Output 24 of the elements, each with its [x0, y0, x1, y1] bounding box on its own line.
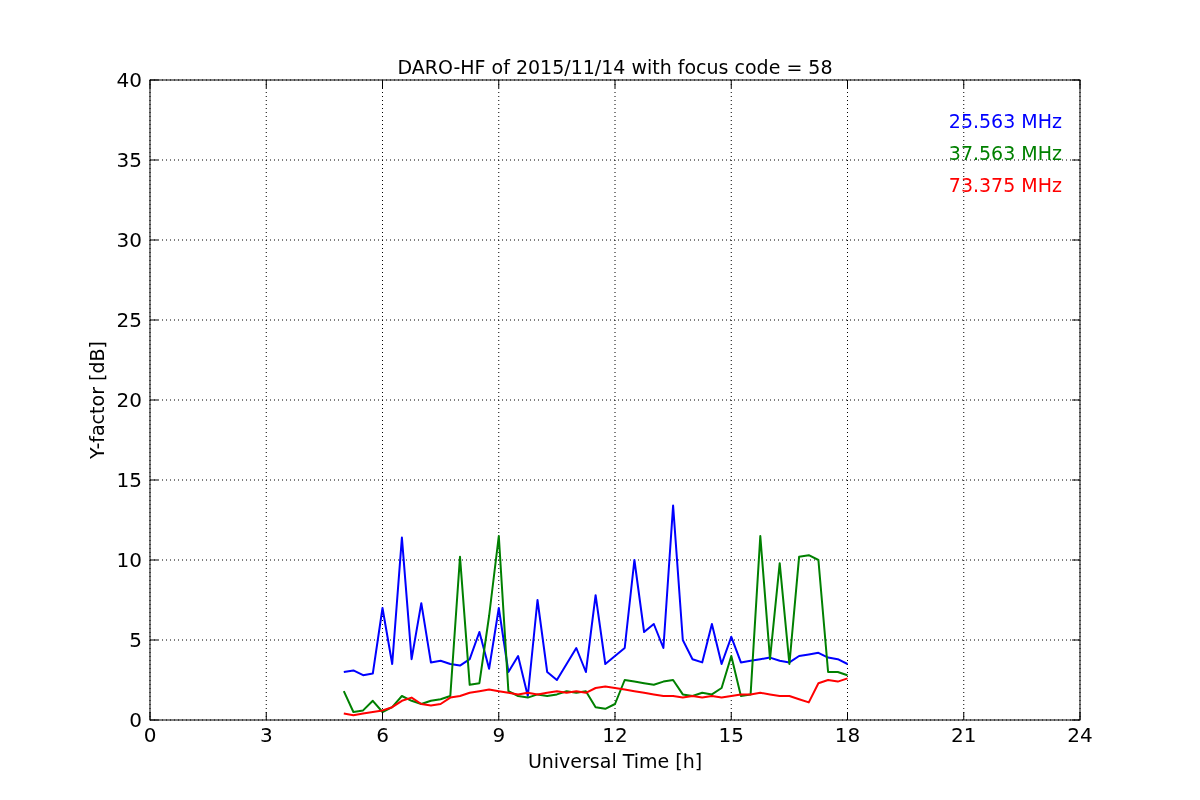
tick-label: 3 — [259, 723, 273, 747]
legend-entry: 73.375 MHz — [948, 174, 1062, 196]
tick-label: 0 — [143, 723, 157, 747]
tick-label: 10 — [116, 548, 142, 572]
tick-label: 15 — [116, 468, 142, 492]
tick-label: 20 — [116, 388, 142, 412]
tick-label: 6 — [376, 723, 389, 747]
tick-label: 35 — [116, 148, 142, 172]
x-axis-label: Universal Time [h] — [527, 750, 703, 772]
tick-label: 5 — [129, 628, 142, 652]
tick-label: 18 — [834, 723, 861, 747]
tick-label: 9 — [492, 723, 506, 747]
y-axis-label: Y-factor [dB] — [86, 341, 108, 459]
tick-label: 12 — [602, 723, 628, 747]
tick-label: 30 — [116, 228, 142, 252]
tick-label: 25 — [116, 308, 142, 332]
chart-title: DARO-HF of 2015/11/14 with focus code = 58 — [397, 56, 833, 78]
tick-label: 15 — [718, 723, 744, 747]
legend-entry: 37.563 MHz — [948, 142, 1062, 164]
tick-label: 40 — [116, 68, 142, 92]
tick-label: 24 — [1067, 723, 1093, 747]
legend-entry: 25.563 MHz — [948, 110, 1062, 132]
tick-label: 21 — [951, 723, 977, 747]
tick-label: 0 — [129, 708, 142, 732]
